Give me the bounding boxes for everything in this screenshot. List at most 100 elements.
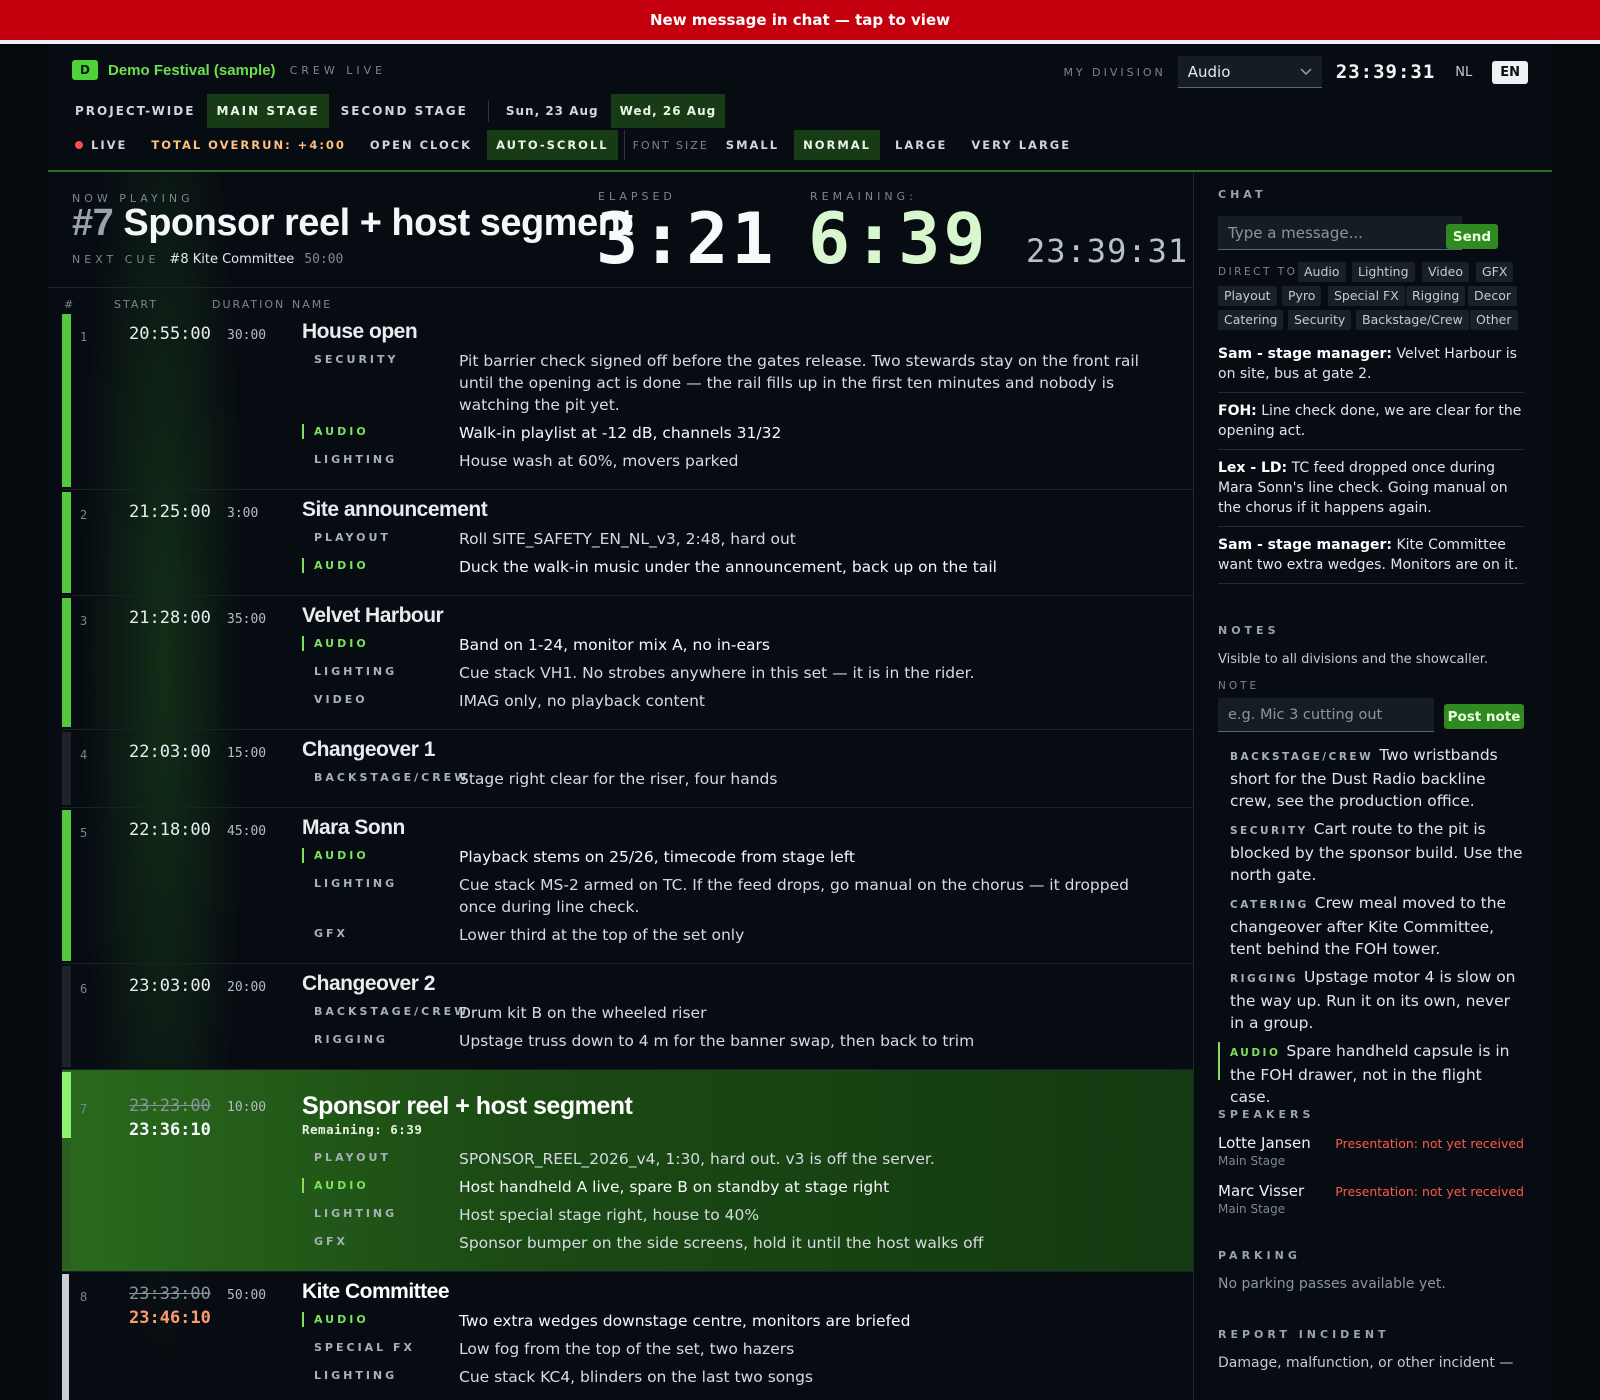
elapsed-timer: 3:21	[596, 198, 777, 280]
new-message-banner[interactable]: New message in chat — tap to view	[0, 0, 1600, 40]
direct-to-pyro-chip[interactable]: Pyro	[1282, 286, 1322, 306]
cue-division: VIDEO	[314, 693, 368, 706]
rundown-row[interactable]: 7 23:23:00 23:36:10 10:00 Sponsor reel + hos…	[62, 1070, 1193, 1272]
cue-division: RIGGING	[314, 1033, 388, 1046]
cue-division: AUDIO	[302, 1312, 369, 1327]
row-planned-start: 23:33:00	[129, 1284, 211, 1304]
direct-to-special-fx-chip[interactable]: Special FX	[1328, 286, 1405, 306]
cue-division: LIGHTING	[314, 453, 398, 466]
col-name: NAME	[292, 298, 333, 311]
notes-title: NOTES	[1218, 624, 1280, 637]
note-item: RIGGING Upstage motor 4 is slow on the wa…	[1230, 966, 1526, 1034]
col-number: #	[64, 298, 76, 311]
open-clock-button[interactable]: OPEN CLOCK	[361, 130, 481, 160]
speakers-title: SPEAKERS	[1218, 1108, 1315, 1121]
row-actual-start: 23:36:10	[129, 1120, 211, 1140]
rundown-row[interactable]: 8 23:33:00 23:46:10 50:00 Kite Committee AUDI…	[62, 1272, 1193, 1400]
cue-division: LIGHTING	[314, 1369, 398, 1382]
row-progress-bar	[62, 492, 71, 593]
direct-to-lighting-chip[interactable]: Lighting	[1352, 262, 1415, 282]
direct-to-rigging-chip[interactable]: Rigging	[1406, 286, 1466, 306]
cue-text: Playback stems on 25/26, timecode from s…	[459, 848, 856, 866]
row-progress-fill	[62, 492, 71, 593]
row-name: House open	[302, 320, 418, 343]
rundown-row[interactable]: 1 20:55:00 30:00 House open SECURITY Pit barr…	[62, 312, 1193, 490]
control-bar: LIVE TOTAL OVERRUN: +4:00 OPEN CLOCK AUT…	[66, 130, 1086, 160]
cue-division: LIGHTING	[314, 877, 398, 890]
cue-division: GFX	[314, 1235, 349, 1248]
tab-date-wed[interactable]: Wed, 26 Aug	[610, 94, 726, 128]
row-name: Kite Committee	[302, 1280, 450, 1303]
font-size-small[interactable]: SMALL	[717, 130, 788, 160]
direct-to-other-chip[interactable]: Other	[1470, 310, 1518, 330]
row-actual-start: 23:46:10	[129, 1308, 211, 1328]
direct-to-security-chip[interactable]: Security	[1288, 310, 1352, 330]
direct-to-video-chip[interactable]: Video	[1422, 262, 1470, 282]
rundown-row[interactable]: 4 22:03:00 15:00 Changeover 1 BACKSTAGE/CREW…	[62, 730, 1193, 808]
note-input[interactable]: e.g. Mic 3 cutting out	[1218, 698, 1434, 732]
next-cue-name: #8 Kite Committee	[169, 252, 295, 267]
row-number: 2	[80, 508, 88, 522]
row-number: 4	[80, 748, 88, 762]
row-duration: 3:00	[227, 506, 259, 521]
incident-text: Damage, malfunction, or other incident —	[1218, 1355, 1514, 1371]
rundown-row[interactable]: 5 22:18:00 45:00 Mara Sonn AUDIO Playback ste…	[62, 808, 1193, 964]
direct-to-decor-chip[interactable]: Decor	[1468, 286, 1517, 306]
lang-nl-button[interactable]: NL	[1447, 61, 1480, 84]
auto-scroll-toggle[interactable]: AUTO-SCROLL	[487, 130, 618, 160]
row-number: 7	[80, 1102, 88, 1116]
row-number: 1	[80, 330, 88, 344]
rundown-row[interactable]: 2 21:25:00 3:00 Site announcement PLAYOUT Rol…	[62, 490, 1193, 596]
cue-text: Sponsor bumper on the side screens, hold…	[459, 1234, 984, 1252]
row-progress-fill	[62, 314, 71, 487]
tab-main-stage[interactable]: MAIN STAGE	[207, 94, 329, 128]
chat-message: Sam - stage manager: Velvet Harbour is o…	[1218, 344, 1524, 393]
tab-second-stage[interactable]: SECOND STAGE	[332, 94, 477, 128]
notes-list: BACKSTAGE/CREW Two wristbands short for t…	[1218, 744, 1526, 1114]
font-size-normal[interactable]: NORMAL	[794, 130, 881, 160]
direct-to-audio-chip[interactable]: Audio	[1298, 262, 1346, 282]
header-clock: 23:39:31	[1335, 61, 1436, 83]
note-division: RIGGING	[1230, 973, 1299, 985]
now-playing-name: Sponsor reel + host segment	[123, 202, 633, 244]
now-playing-title: #7 Sponsor reel + host segment	[72, 202, 633, 245]
row-duration: 35:00	[227, 612, 267, 627]
row-number: 8	[80, 1290, 88, 1304]
rundown-row[interactable]: 3 21:28:00 35:00 Velvet Harbour AUDIO Band on…	[62, 596, 1193, 730]
division-select[interactable]: Audio	[1177, 56, 1322, 88]
cue-text: IMAG only, no playback content	[459, 692, 706, 710]
note-division: BACKSTAGE/CREW	[1230, 751, 1374, 763]
lang-en-button[interactable]: EN	[1492, 60, 1528, 84]
col-duration: DURATION	[212, 298, 286, 311]
cue-text: Duck the walk-in music under the announc…	[459, 558, 997, 576]
tab-date-sun[interactable]: Sun, 23 Aug	[497, 94, 608, 128]
font-size-very-large[interactable]: VERY LARGE	[962, 130, 1080, 160]
live-indicator: LIVE	[66, 130, 136, 160]
chat-message-text: Line check done, we are clear for the op…	[1218, 403, 1522, 439]
rundown-panel: NOW PLAYING #7 Sponsor reel + host segme…	[48, 172, 1193, 1400]
font-size-large[interactable]: LARGE	[886, 130, 956, 160]
speaker-item: Marc Visser Main Stage Presentation: not…	[1218, 1182, 1524, 1216]
direct-to-playout-chip[interactable]: Playout	[1218, 286, 1277, 306]
cue-text: House wash at 60%, movers parked	[459, 452, 739, 470]
cue-text: Roll SITE_SAFETY_EN_NL_v3, 2:48, hard ou…	[459, 530, 796, 548]
cue-text: Low fog from the top of the set, two haz…	[459, 1340, 795, 1358]
cue-text: Drum kit B on the wheeled riser	[459, 1004, 707, 1022]
direct-to-backstage-crew-chip[interactable]: Backstage/Crew	[1356, 310, 1469, 330]
cue-text: Host special stage right, house to 40%	[459, 1206, 760, 1224]
chat-message: Lex - LD: TC feed dropped once during Ma…	[1218, 458, 1524, 527]
direct-to-catering-chip[interactable]: Catering	[1218, 310, 1284, 330]
row-name: Mara Sonn	[302, 816, 405, 839]
chat-input[interactable]: Type a message...	[1218, 216, 1462, 250]
rundown-row[interactable]: 6 23:03:00 20:00 Changeover 2 BACKSTAGE/CREW…	[62, 964, 1193, 1070]
row-start: 20:55:00	[129, 324, 211, 344]
chat-messages: Sam - stage manager: Velvet Harbour is o…	[1218, 344, 1524, 590]
cue-division: GFX	[314, 927, 349, 940]
row-planned-start: 23:23:00	[129, 1096, 211, 1116]
next-cue-label: NEXT CUE	[72, 253, 160, 266]
row-start: 22:03:00	[129, 742, 211, 762]
tab-project-wide[interactable]: PROJECT-WIDE	[66, 94, 204, 128]
post-note-button[interactable]: Post note	[1444, 704, 1524, 729]
send-button[interactable]: Send	[1446, 224, 1498, 249]
direct-to-gfx-chip[interactable]: GFX	[1476, 262, 1514, 282]
